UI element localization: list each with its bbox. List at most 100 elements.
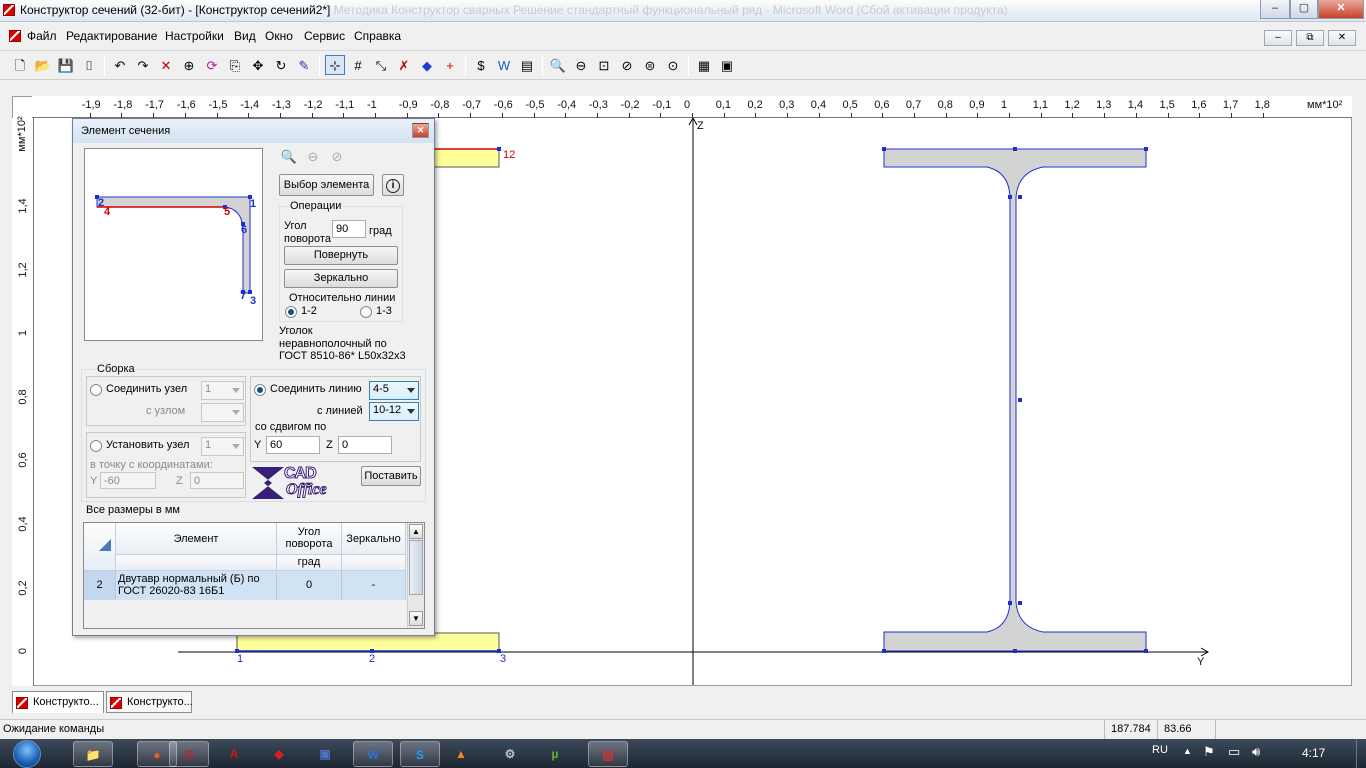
acrobat-icon[interactable]: A — [219, 741, 249, 767]
app-icon[interactable] — [3, 4, 15, 16]
zoom-window-icon[interactable]: ⊡ — [594, 55, 614, 75]
offset-y-input[interactable] — [266, 436, 320, 454]
elements-table[interactable]: Элемент Угол поворота Зеркально град 2 Дв… — [83, 522, 425, 629]
coord-y-input[interactable] — [100, 472, 156, 489]
grid-icon[interactable]: # — [348, 55, 368, 75]
dimension-icon[interactable]: ⤡ — [371, 55, 391, 75]
tray-flag-icon[interactable]: ⚑ — [1203, 744, 1215, 760]
table-row[interactable]: 2 Двутавр нормальный (Б) по ГОСТ 26020-8… — [84, 571, 406, 600]
preview-zoom-in-icon[interactable]: 🔍 — [279, 149, 299, 169]
set-node-select[interactable]: 1 — [201, 437, 244, 456]
menu-view[interactable]: Вид — [234, 29, 256, 43]
eraser-icon[interactable]: ✎ — [294, 55, 314, 75]
menu-help[interactable]: Справка — [354, 29, 401, 43]
scad-icon[interactable]: ◆ — [264, 741, 294, 767]
section-element-dialog[interactable]: Элемент сечения ✕ 2 4 5 1 6 7 3 🔍 ⊖ ⊘ Вы… — [72, 118, 435, 636]
menu-file[interactable]: Файл — [27, 29, 57, 43]
preview-zoom-out-icon[interactable]: ⊖ — [303, 149, 323, 169]
scroll-down-icon[interactable]: ▼ — [409, 611, 423, 626]
tray-expand-icon[interactable]: ▲ — [1183, 746, 1192, 756]
utorrent-icon[interactable]: µ — [540, 741, 570, 767]
refresh-icon[interactable]: ↻ — [271, 55, 291, 75]
copy-icon[interactable]: ⎘ — [225, 55, 245, 75]
connect-node-select[interactable]: 1 — [201, 381, 244, 400]
clock[interactable]: 4:17 — [1302, 746, 1325, 760]
skype-icon[interactable]: S — [400, 741, 440, 767]
preview-zoom-all-icon[interactable]: ⊘ — [327, 149, 347, 169]
color-bars-icon[interactable]: ▤ — [517, 55, 537, 75]
maximize-button[interactable]: ▢ — [1290, 0, 1318, 19]
undo-icon[interactable]: ↶ — [110, 55, 130, 75]
w-icon[interactable]: W — [494, 55, 514, 75]
rotate-button[interactable]: Повернуть — [284, 246, 398, 265]
set-node-radio[interactable] — [90, 440, 102, 452]
table-scrollbar[interactable]: ▲ ▼ — [407, 523, 424, 628]
tray-volume-icon[interactable]: 🔊︎ — [1252, 744, 1260, 760]
scroll-up-icon[interactable]: ▲ — [409, 524, 423, 539]
avast-icon[interactable]: ▲ — [446, 741, 476, 767]
konstruktor-icon[interactable]: ▤ — [588, 741, 628, 767]
archive-icon[interactable]: ▣ — [310, 741, 340, 767]
select-element-button[interactable]: Выбор элемента — [279, 174, 374, 196]
zoom-prev-icon[interactable]: ⊘ — [617, 55, 637, 75]
cross-icon[interactable]: ✗ — [394, 55, 414, 75]
mirror-button[interactable]: Зеркально — [284, 269, 398, 288]
plus-icon[interactable]: + — [440, 55, 460, 75]
connect-line-radio[interactable] — [254, 384, 266, 396]
menu-edit[interactable]: Редактирование — [66, 29, 157, 43]
dialog-close-button[interactable]: ✕ — [412, 123, 429, 138]
place-button[interactable]: Поставить — [361, 466, 421, 486]
mdi-restore-button[interactable]: ⧉ — [1296, 30, 1324, 46]
connect-node-radio[interactable] — [90, 384, 102, 396]
calc-icon[interactable]: ▣ — [717, 55, 737, 75]
coord-z-input[interactable] — [190, 472, 244, 489]
word-icon[interactable]: W — [353, 741, 393, 767]
language-indicator[interactable]: RU — [1152, 744, 1168, 756]
doc-icon[interactable] — [9, 30, 21, 42]
mdi-tab-2[interactable]: Конструкто... — [106, 691, 193, 713]
redo-icon[interactable]: ↷ — [133, 55, 153, 75]
delete-icon[interactable]: ✕ — [156, 55, 176, 75]
opera-icon[interactable]: O — [169, 741, 209, 767]
save-icon[interactable]: 💾 — [56, 55, 76, 75]
mdi-minimize-button[interactable]: – — [1264, 30, 1292, 46]
grid-snap-icon[interactable]: ⊹ — [325, 55, 345, 75]
report-icon[interactable]: ▦ — [694, 55, 714, 75]
connect-line-select[interactable]: 4-5 — [369, 381, 419, 400]
move-node-icon[interactable]: ⊕ — [179, 55, 199, 75]
table-corner[interactable] — [84, 523, 116, 571]
zoom-fit-icon[interactable]: ⊙ — [663, 55, 683, 75]
rotation-angle-input[interactable] — [332, 220, 366, 238]
start-button[interactable] — [3, 739, 53, 768]
zoom-in-icon[interactable]: 🔍 — [548, 55, 568, 75]
with-line-select[interactable]: 10-12 — [369, 402, 419, 421]
info-button[interactable]: i — [382, 174, 404, 196]
column-header-mirror[interactable]: Зеркально — [342, 523, 406, 555]
menu-service[interactable]: Сервис — [304, 29, 345, 43]
explorer-icon[interactable]: 📁 — [73, 741, 113, 767]
line-1-2-radio[interactable] — [285, 306, 297, 318]
dialog-title-bar[interactable]: Элемент сечения ✕ — [73, 119, 434, 143]
page-setup-icon[interactable]: ⌷ — [79, 55, 99, 75]
zoom-out-icon[interactable]: ⊖ — [571, 55, 591, 75]
tray-network-icon[interactable]: ▭ — [1228, 744, 1240, 760]
dollar-icon[interactable]: $ — [471, 55, 491, 75]
rotate-icon[interactable]: ⟳ — [202, 55, 222, 75]
minimize-button[interactable]: – — [1260, 0, 1290, 19]
close-button[interactable]: ✕ — [1318, 0, 1364, 19]
column-header-angle[interactable]: Угол поворота — [277, 523, 342, 555]
offset-z-input[interactable] — [338, 436, 392, 454]
open-folder-icon[interactable]: 📂 — [33, 55, 53, 75]
mdi-close-button[interactable]: ✕ — [1328, 30, 1356, 46]
zoom-all-icon[interactable]: ⊜ — [640, 55, 660, 75]
tool-icon[interactable]: ⚙ — [495, 741, 525, 767]
new-doc-icon[interactable]: 🗋 — [10, 55, 30, 75]
diamond-icon[interactable]: ◆ — [417, 55, 437, 75]
menu-window[interactable]: Окно — [265, 29, 293, 43]
line-1-3-radio[interactable] — [360, 306, 372, 318]
column-header-element[interactable]: Элемент — [116, 523, 277, 555]
with-node-select[interactable] — [201, 403, 244, 422]
mdi-tab-1[interactable]: Конструкто... — [12, 691, 104, 713]
menu-settings[interactable]: Настройки — [165, 29, 224, 43]
show-desktop-button[interactable] — [1356, 739, 1366, 768]
